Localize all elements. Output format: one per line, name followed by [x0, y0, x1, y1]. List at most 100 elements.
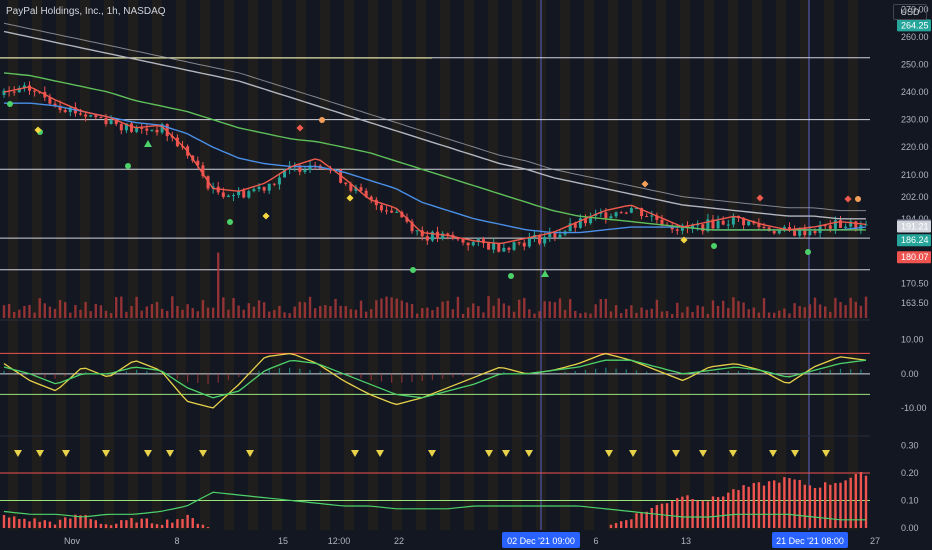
volume-bar — [303, 302, 307, 318]
volume-bar — [196, 311, 200, 318]
candle-body — [543, 236, 547, 244]
volume-bar — [619, 313, 623, 318]
histogram-bar — [655, 505, 659, 528]
histogram-bar — [125, 520, 128, 528]
volume-bar — [181, 309, 184, 318]
histogram-bar — [808, 485, 812, 528]
histogram-bar — [829, 484, 832, 528]
volume-bar — [385, 296, 388, 318]
volume-bar — [798, 306, 801, 318]
volume-bar — [676, 302, 679, 318]
signal-dot — [7, 101, 13, 107]
histogram-bar — [696, 500, 699, 528]
candle-body — [267, 183, 271, 191]
volume-bar — [757, 312, 761, 318]
volume-bar — [186, 304, 189, 318]
histogram-bar — [839, 482, 842, 528]
volume-bar — [268, 311, 271, 318]
histogram-bar — [135, 522, 138, 528]
candle-body — [793, 230, 797, 236]
histogram-bar — [747, 486, 750, 528]
histogram-bar — [48, 521, 52, 528]
volume-bar — [18, 309, 21, 318]
volume-bar — [58, 299, 62, 318]
volume-bar — [778, 310, 781, 318]
candle-body — [558, 234, 562, 238]
volume-bar — [635, 312, 638, 318]
sell-triangle — [166, 450, 174, 457]
volume-bar — [701, 306, 704, 318]
signal-dot — [410, 267, 416, 273]
session-band — [176, 0, 186, 530]
session-band — [152, 0, 162, 530]
price-tick-label: 240.00 — [901, 87, 929, 97]
volume-bar — [721, 300, 725, 318]
volume-bar — [492, 305, 495, 318]
volume-bar — [625, 308, 628, 318]
volume-bar — [864, 296, 868, 318]
volume-bar — [691, 312, 694, 318]
candle-body — [772, 230, 776, 234]
candle-body — [487, 243, 491, 250]
candle-body — [262, 186, 266, 191]
histogram-bar — [28, 521, 31, 528]
candle-body — [272, 183, 276, 185]
volume-bar — [283, 312, 286, 318]
candle-body — [12, 91, 16, 93]
candle-body — [619, 212, 623, 214]
candle-body — [609, 216, 613, 219]
oscillator-tick-label: -10.00 — [901, 403, 927, 413]
volume-bar — [543, 301, 546, 318]
sell-triangle — [144, 450, 152, 457]
price-tick-label: 230.00 — [901, 115, 929, 125]
sell-triangle — [428, 450, 436, 457]
volume-bar — [206, 307, 210, 318]
session-band — [512, 0, 522, 530]
histogram-tick-label: 0.00 — [901, 523, 919, 533]
volume-bar — [99, 305, 103, 318]
histogram-bar — [33, 518, 36, 528]
candle-body — [84, 114, 88, 117]
volume-bar — [772, 312, 776, 318]
volume-bar — [456, 296, 460, 318]
volume-bar — [313, 308, 317, 318]
currency-button[interactable]: USD — [893, 4, 927, 20]
volume-bar — [155, 301, 159, 318]
volume-bar — [150, 304, 154, 318]
signal-diamond — [641, 180, 649, 188]
signal-triangle — [144, 140, 152, 147]
time-tick-label: 6 — [593, 536, 598, 546]
histogram-bar — [803, 484, 806, 528]
volume-bar — [482, 312, 485, 318]
session-band — [776, 0, 786, 530]
time-tick-label: 13 — [681, 536, 691, 546]
session-band — [656, 0, 666, 530]
volume-bar — [232, 298, 235, 318]
candle-body — [390, 210, 394, 213]
volume-bar — [145, 306, 149, 318]
candle-body — [277, 177, 281, 185]
candle-body — [150, 129, 154, 131]
volume-bar — [472, 303, 475, 318]
volume-bar — [94, 303, 98, 318]
chart-canvas[interactable]: 270.00260.00250.00240.00230.00220.00210.… — [0, 0, 932, 550]
sell-triangle — [672, 450, 680, 457]
candle-body — [79, 113, 83, 115]
volume-bar — [166, 310, 169, 318]
candle-body — [109, 120, 113, 125]
candle-body — [747, 221, 751, 226]
histogram-bar — [844, 480, 847, 528]
histogram-bar — [130, 518, 133, 528]
volume-bar — [171, 296, 174, 318]
histogram-bar — [823, 482, 827, 528]
price-label: 186.24 — [901, 235, 929, 245]
signal-dot — [805, 249, 811, 255]
volume-bar — [829, 311, 832, 318]
volume-bar — [28, 304, 31, 318]
candle-body — [456, 238, 460, 240]
candle-body — [257, 186, 261, 190]
histogram-bar — [706, 501, 710, 528]
histogram-bar — [150, 523, 154, 528]
histogram-tick-label: 0.10 — [901, 496, 919, 506]
volume-bar — [257, 300, 261, 318]
